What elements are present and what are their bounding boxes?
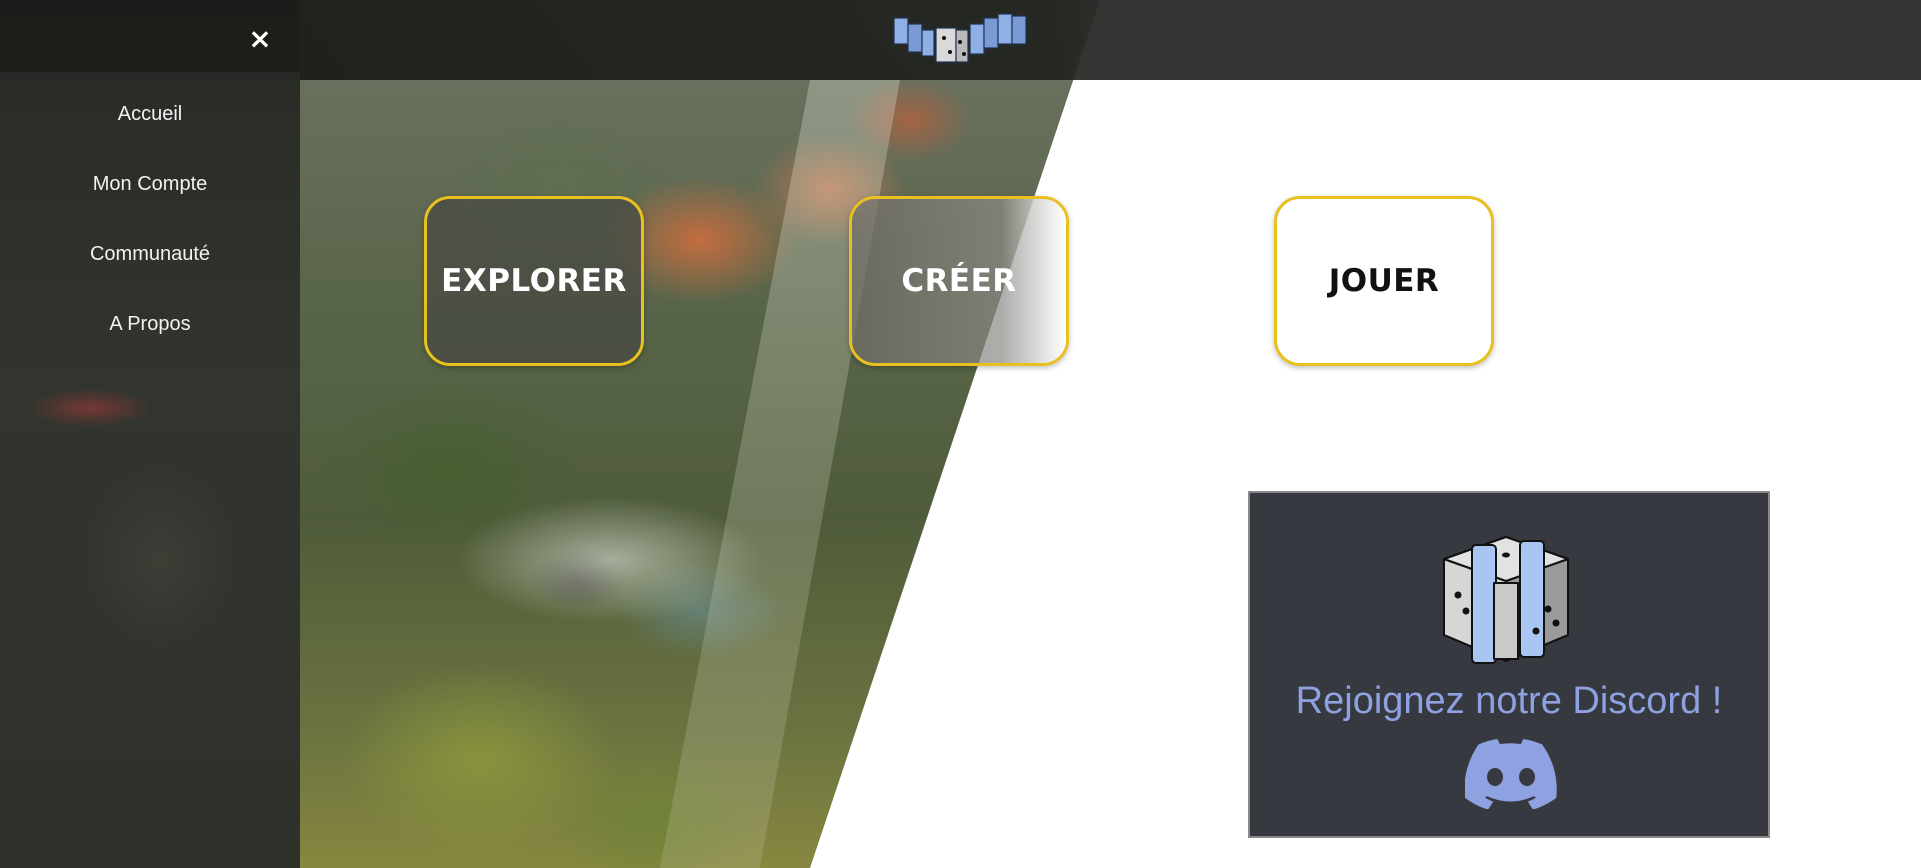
sidebar: × Accueil Mon Compte Communauté A Propos	[0, 0, 300, 868]
close-icon[interactable]: ×	[243, 22, 277, 56]
create-button-label: CRÉER	[901, 263, 1017, 299]
explore-button-label: EXPLORER	[441, 263, 627, 299]
sidebar-item-accueil[interactable]: Accueil	[0, 94, 300, 134]
discord-icon[interactable]	[1465, 739, 1557, 809]
sidebar-item-a-propos[interactable]: A Propos	[0, 304, 300, 344]
dice-logo-icon	[1443, 536, 1569, 664]
explore-button[interactable]: EXPLORER	[424, 196, 644, 366]
create-button[interactable]: CRÉER	[849, 196, 1069, 366]
play-button-label: JOUER	[1328, 263, 1440, 299]
discord-banner[interactable]: Rejoignez notre Discord !	[1248, 491, 1770, 838]
page: × Accueil Mon Compte Communauté A Propos…	[0, 0, 1921, 868]
dice-logo-icon[interactable]	[892, 8, 1030, 66]
sidebar-item-mon-compte[interactable]: Mon Compte	[0, 164, 300, 204]
sidebar-item-communaute[interactable]: Communauté	[0, 234, 300, 274]
discord-invite-text[interactable]: Rejoignez notre Discord !	[1250, 677, 1768, 725]
play-button[interactable]: JOUER	[1274, 196, 1494, 366]
